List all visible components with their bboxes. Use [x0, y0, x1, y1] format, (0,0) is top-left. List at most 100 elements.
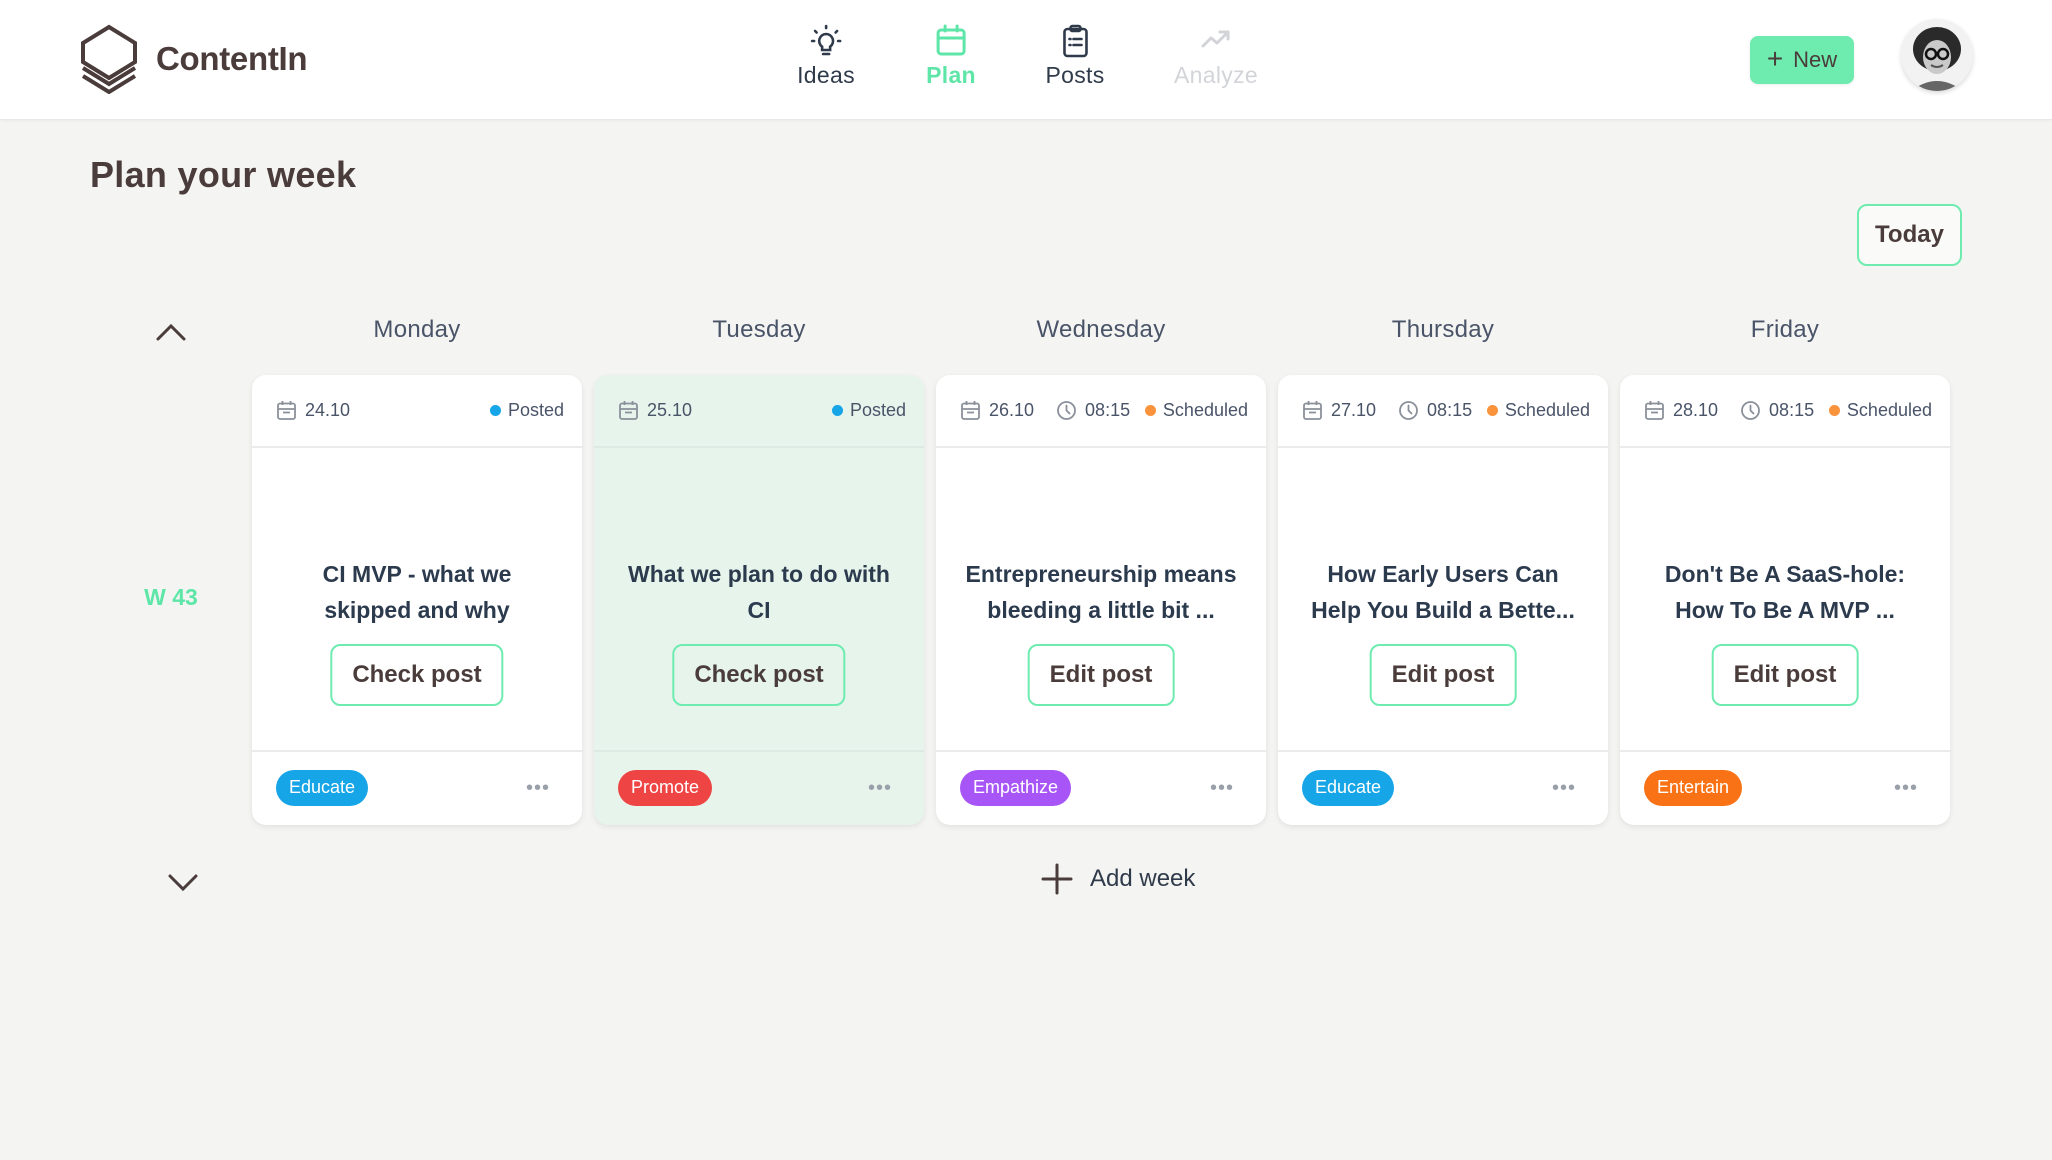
- status-badge: Posted: [489, 400, 564, 421]
- post-date: 25.10: [618, 400, 692, 421]
- status-badge: Scheduled: [1144, 400, 1248, 421]
- calendar-icon: [936, 24, 966, 56]
- day-header-wednesday: Wednesday: [1036, 316, 1166, 343]
- status-dot-icon: [1486, 405, 1498, 416]
- post-time: 08:15: [1398, 400, 1472, 421]
- card-footer: Entertain •••: [1620, 752, 1950, 823]
- card-header: 26.10 08:15 Scheduled: [936, 375, 1266, 448]
- card-body: What we plan to do with CI Check post: [594, 448, 924, 752]
- status-dot-icon: [1144, 405, 1156, 416]
- post-action-button[interactable]: Check post: [672, 644, 846, 706]
- status-badge: Posted: [831, 400, 906, 421]
- status-badge: Scheduled: [1486, 400, 1590, 421]
- post-title: CI MVP - what we skipped and why: [322, 561, 512, 623]
- card-body: How Early Users Can Help You Build a Bet…: [1278, 448, 1608, 752]
- nav-item-plan[interactable]: Plan: [926, 24, 976, 89]
- trend-up-icon: [1201, 30, 1230, 48]
- date-text: 28.10: [1673, 400, 1719, 420]
- top-bar: ContentIn Ideas Plan Posts Analyze + New: [0, 0, 2052, 120]
- card-body: Don't Be A SaaS-hole: How To Be A MVP ..…: [1620, 448, 1950, 752]
- previous-week-button[interactable]: [154, 322, 188, 342]
- nav-label: Ideas: [797, 62, 855, 88]
- plus-icon: +: [1766, 43, 1784, 74]
- time-text: 08:15: [1769, 400, 1815, 420]
- add-week-label: Add week: [1090, 865, 1196, 892]
- category-tag[interactable]: Educate: [1302, 769, 1395, 806]
- card-footer: Empathize •••: [936, 752, 1266, 823]
- time-text: 08:15: [1427, 400, 1473, 420]
- next-week-button[interactable]: [166, 873, 200, 893]
- day-header-friday: Friday: [1750, 316, 1820, 343]
- status-dot-icon: [489, 405, 501, 416]
- more-options-icon[interactable]: •••: [1894, 778, 1918, 798]
- post-card-friday[interactable]: 28.10 08:15 Scheduled Don't Be A SaaS-ho…: [1620, 375, 1950, 825]
- user-avatar[interactable]: [1901, 19, 1973, 91]
- calendar-icon: [1645, 401, 1664, 420]
- card-header: 24.10 Posted: [252, 375, 582, 448]
- more-options-icon[interactable]: •••: [1210, 778, 1234, 798]
- post-action-button[interactable]: Edit post: [1027, 644, 1175, 706]
- card-body: CI MVP - what we skipped and why Check p…: [252, 448, 582, 752]
- card-header: 27.10 08:15 Scheduled: [1278, 375, 1608, 448]
- date-text: 25.10: [647, 400, 693, 420]
- post-card-monday[interactable]: 24.10 Posted CI MVP - what we skipped an…: [252, 375, 582, 825]
- post-date: 27.10: [1302, 400, 1376, 421]
- time-text: 08:15: [1085, 400, 1131, 420]
- more-options-icon[interactable]: •••: [868, 778, 892, 798]
- week-number: W 43: [144, 584, 198, 610]
- clock-icon: [1057, 401, 1076, 420]
- category-tag[interactable]: Empathize: [960, 769, 1072, 806]
- add-week-button[interactable]: Add week: [1040, 862, 1195, 896]
- card-body: Entrepreneurship means bleeding a little…: [936, 448, 1266, 752]
- card-footer: Educate •••: [252, 752, 582, 823]
- clock-icon: [1741, 401, 1760, 420]
- card-footer: Promote •••: [594, 752, 924, 823]
- post-date: 26.10: [960, 400, 1034, 421]
- post-card-tuesday[interactable]: 25.10 Posted What we plan to do with CI …: [594, 375, 924, 825]
- card-header: 25.10 Posted: [594, 375, 924, 448]
- post-action-button[interactable]: Edit post: [1711, 644, 1859, 706]
- nav-item-ideas[interactable]: Ideas: [797, 24, 855, 89]
- more-options-icon[interactable]: •••: [526, 778, 550, 798]
- post-card-thursday[interactable]: 27.10 08:15 Scheduled How Early Users Ca…: [1278, 375, 1608, 825]
- more-options-icon[interactable]: •••: [1552, 778, 1576, 798]
- post-title: Entrepreneurship means bleeding a little…: [965, 561, 1237, 623]
- status-dot-icon: [1828, 405, 1840, 416]
- post-time: 08:15: [1740, 400, 1814, 421]
- day-header-thursday: Thursday: [1391, 316, 1495, 343]
- nav-label: Posts: [1045, 62, 1105, 88]
- clipboard-list-icon: [1062, 24, 1088, 58]
- category-tag[interactable]: Educate: [276, 769, 369, 806]
- date-text: 24.10: [305, 400, 351, 420]
- day-header-tuesday: Tuesday: [712, 316, 806, 343]
- nav-item-analyze[interactable]: Analyze: [1174, 24, 1258, 89]
- status-text: Scheduled: [1162, 400, 1248, 420]
- new-button[interactable]: + New: [1750, 36, 1854, 84]
- status-text: Scheduled: [1846, 400, 1932, 420]
- post-action-button[interactable]: Check post: [330, 644, 504, 706]
- main-nav: Ideas Plan Posts Analyze: [0, 24, 2052, 96]
- category-tag[interactable]: Entertain: [1644, 769, 1743, 806]
- category-tag[interactable]: Promote: [618, 769, 713, 806]
- nav-label: Plan: [926, 62, 976, 88]
- date-text: 26.10: [989, 400, 1035, 420]
- new-button-label: New: [1793, 47, 1838, 72]
- nav-item-posts[interactable]: Posts: [1045, 24, 1104, 89]
- avatar-portrait-icon: [1901, 19, 1973, 91]
- chevron-up-icon: [156, 323, 186, 341]
- post-title: What we plan to do with CI: [628, 561, 890, 623]
- post-title: How Early Users Can Help You Build a Bet…: [1311, 561, 1575, 623]
- calendar-icon: [961, 401, 980, 420]
- lightbulb-icon: [810, 24, 842, 56]
- post-title: Don't Be A SaaS-hole: How To Be A MVP ..…: [1664, 561, 1906, 623]
- card-footer: Educate •••: [1278, 752, 1608, 823]
- calendar-icon: [1303, 401, 1322, 420]
- post-action-button[interactable]: Edit post: [1369, 644, 1517, 706]
- status-text: Posted: [507, 400, 564, 420]
- post-date: 28.10: [1644, 400, 1718, 421]
- day-header-monday: Monday: [373, 316, 461, 343]
- page-title: Plan your week: [90, 154, 357, 195]
- post-card-wednesday[interactable]: 26.10 08:15 Scheduled Entrepreneurship m…: [936, 375, 1266, 825]
- post-date: 24.10: [276, 400, 350, 421]
- today-button[interactable]: Today: [1857, 204, 1962, 266]
